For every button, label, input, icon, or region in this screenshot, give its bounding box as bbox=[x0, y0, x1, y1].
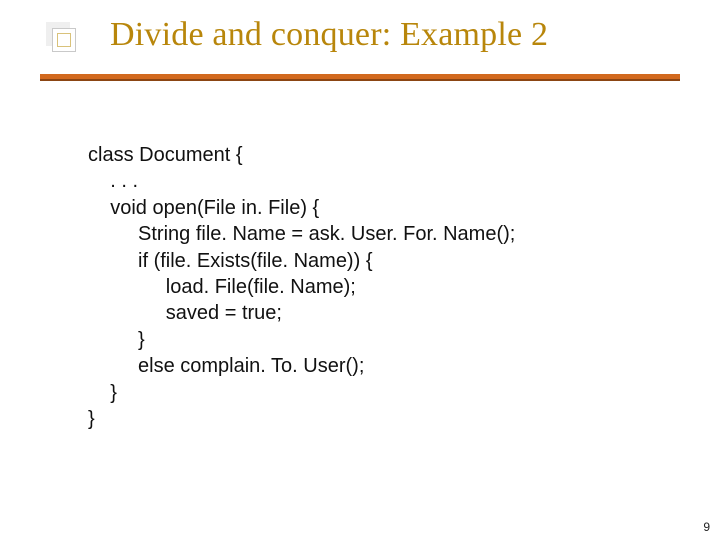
code-line: class Document { bbox=[88, 144, 243, 166]
code-line: } bbox=[88, 382, 117, 404]
code-line: load. File(file. Name); bbox=[88, 276, 356, 298]
title-underline bbox=[40, 74, 680, 81]
code-line: String file. Name = ask. User. For. Name… bbox=[88, 223, 515, 245]
code-line: void open(File in. File) { bbox=[88, 197, 319, 219]
code-line: saved = true; bbox=[88, 302, 282, 324]
slide-title: Divide and conquer: Example 2 bbox=[110, 16, 680, 54]
code-line: } bbox=[88, 329, 145, 351]
code-line: if (file. Exists(file. Name)) { bbox=[88, 250, 373, 272]
code-block: class Document { . . . void open(File in… bbox=[88, 142, 660, 432]
page-number: 9 bbox=[703, 520, 710, 534]
code-line: } bbox=[88, 408, 95, 430]
title-area: Divide and conquer: Example 2 bbox=[40, 16, 680, 54]
code-line: . . . bbox=[88, 170, 138, 192]
code-line: else complain. To. User(); bbox=[88, 355, 364, 377]
slide: Divide and conquer: Example 2 class Docu… bbox=[0, 0, 720, 540]
